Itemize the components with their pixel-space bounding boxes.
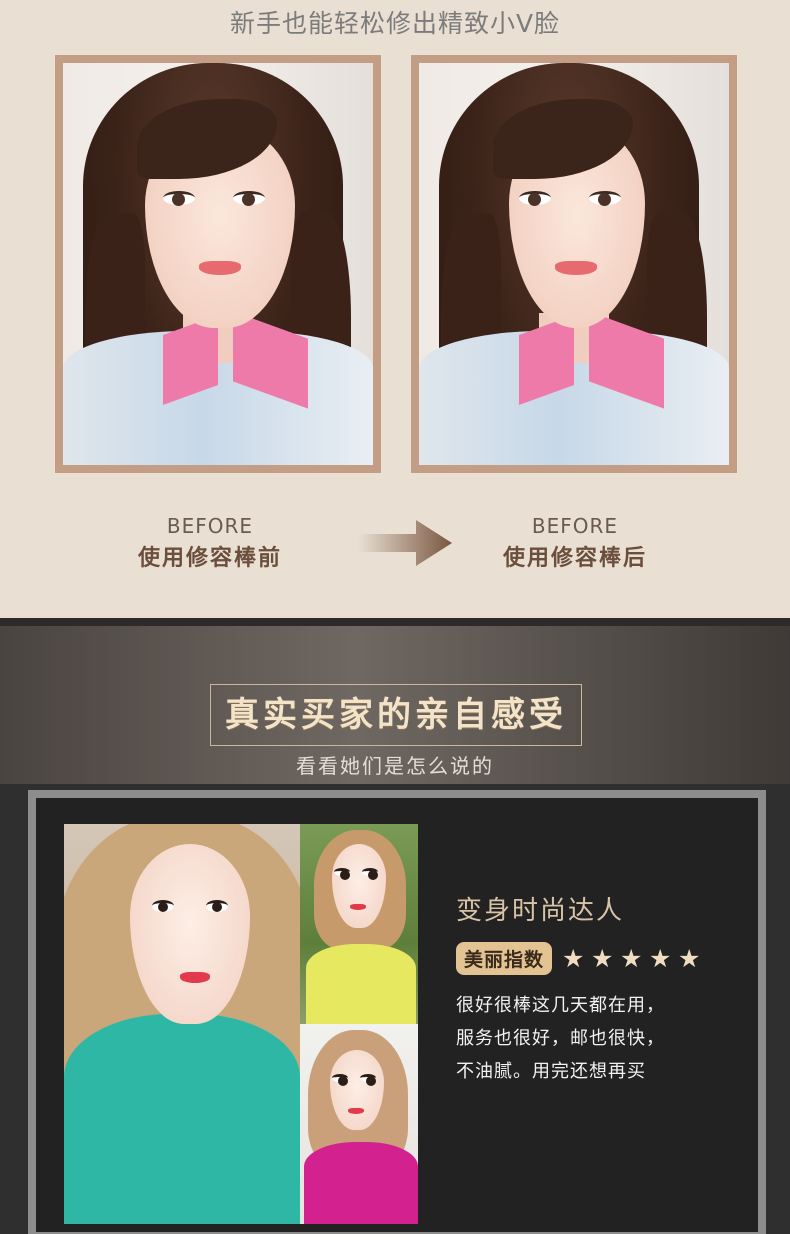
review-line: 服务也很好，邮也很快， [456,1028,665,1049]
customer-photo-top [300,824,418,1024]
arrow-right-icon [358,520,452,566]
star-icon: ★ [620,943,643,973]
before-caption-en: BEFORE [166,514,254,538]
after-caption-en: BEFORE [531,514,619,538]
after-photo [419,63,729,465]
customer-photo-main [64,824,300,1224]
before-photo-frame [55,55,381,473]
star-rating: ★ ★ ★ ★ ★ [562,946,703,971]
after-caption: BEFORE 使用修容棒后 [455,514,695,572]
before-caption: BEFORE 使用修容棒前 [90,514,330,572]
review-section: 变身时尚达人 美丽指数 ★ ★ ★ ★ ★ 很好很棒这几天都在用， 服务也很好，… [0,784,790,1234]
star-icon: ★ [591,943,614,973]
star-icon: ★ [678,943,701,973]
after-photo-frame [411,55,737,473]
star-icon: ★ [562,943,585,973]
customer-photo-bottom [300,1024,418,1224]
reviews-title: 真实买家的亲自感受 [225,695,567,735]
after-caption-cn: 使用修容棒后 [502,546,647,571]
reviews-subtitle: 看看她们是怎么说的 [296,754,494,778]
review-line: 不油腻。用完还想再买 [456,1061,646,1082]
review-text: 很好很棒这几天都在用， 服务也很好，邮也很快， 不油腻。用完还想再买 [456,989,756,1088]
section-title: 新手也能轻松修出精致小V脸 [229,9,561,38]
before-photo [63,63,373,465]
beauty-index-badge: 美丽指数 [456,941,553,975]
reviewer-title: 变身时尚达人 [456,896,625,926]
review-line: 很好很棒这几天都在用， [456,995,665,1016]
before-after-section: 新手也能轻松修出精致小V脸 BEFORE 使用修容棒前 BEFORE 使用修容棒… [0,0,790,618]
review-content: 变身时尚达人 美丽指数 ★ ★ ★ ★ ★ 很好很棒这几天都在用， 服务也很好，… [456,890,756,1088]
reviews-header: 真实买家的亲自感受 看看她们是怎么说的 [0,618,790,784]
rating-row: 美丽指数 ★ ★ ★ ★ ★ [456,941,756,975]
reviews-title-box: 真实买家的亲自感受 [210,684,582,746]
before-caption-cn: 使用修容棒前 [137,546,282,571]
star-icon: ★ [649,943,672,973]
review-card: 变身时尚达人 美丽指数 ★ ★ ★ ★ ★ 很好很棒这几天都在用， 服务也很好，… [28,790,766,1234]
